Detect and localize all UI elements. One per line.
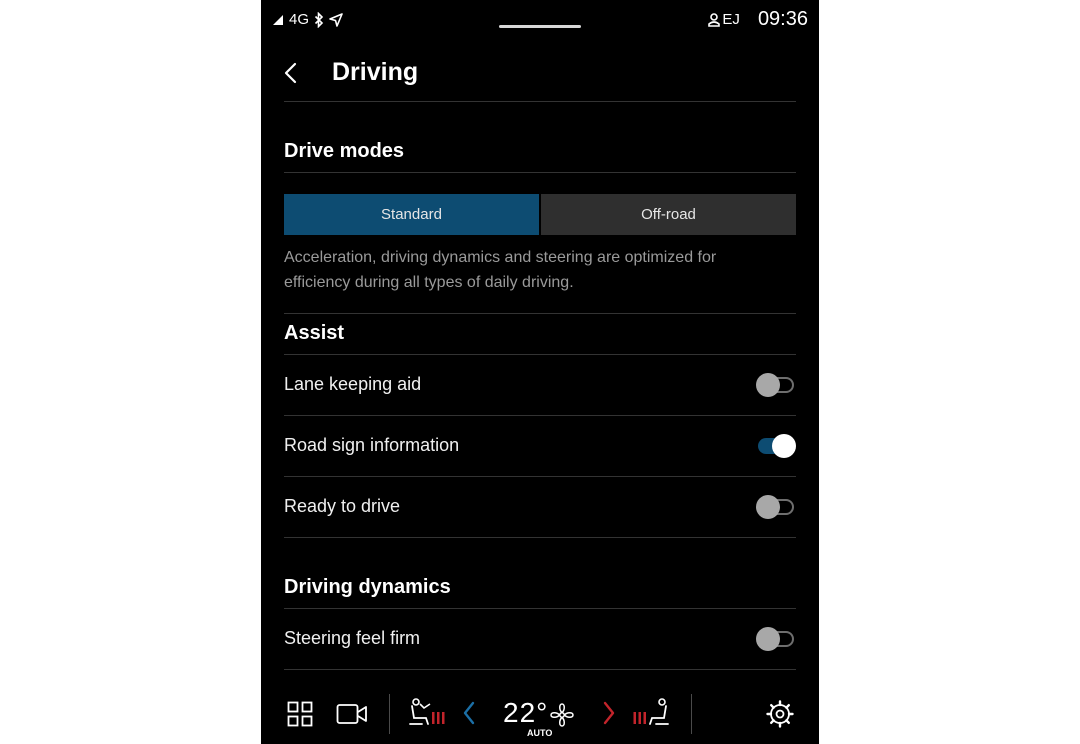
- seat-heat-right-icon: [633, 698, 669, 725]
- settings-button[interactable]: [765, 699, 795, 734]
- divider: [389, 694, 390, 734]
- signal-icon: [273, 14, 283, 25]
- clock: 09:36: [757, 8, 808, 30]
- drive-mode-off-road[interactable]: Off-road: [541, 194, 796, 235]
- apps-button[interactable]: [287, 701, 313, 732]
- setting-label: Ready to drive: [284, 496, 401, 516]
- seat-heat-left-icon: [409, 698, 445, 725]
- page-header: Driving: [261, 50, 819, 100]
- setting-label: Road sign information: [284, 435, 460, 455]
- network-label: 4G: [289, 11, 310, 28]
- divider: [284, 101, 796, 102]
- fan-button[interactable]: [549, 702, 575, 733]
- section-title-drive-modes: Drive modes: [284, 140, 405, 162]
- back-button[interactable]: [279, 56, 305, 90]
- camera-button[interactable]: [336, 703, 368, 730]
- chevron-left-icon: [284, 62, 297, 84]
- divider: [284, 537, 796, 538]
- drive-mode-standard[interactable]: Standard: [284, 194, 539, 235]
- seat-heat-left-button[interactable]: [408, 698, 446, 733]
- fan-icon: [550, 703, 574, 727]
- divider: [284, 669, 796, 670]
- camera-icon: [336, 704, 367, 724]
- status-bar: 4G EJ 09:36: [261, 0, 819, 44]
- seat-heat-right-button[interactable]: [632, 698, 670, 733]
- page-title: Driving: [332, 58, 419, 86]
- setting-label: Steering feel firm: [284, 628, 421, 648]
- setting-row-lane-keeping-aid[interactable]: Lane keeping aid: [284, 355, 796, 415]
- chevron-right-icon: [603, 701, 615, 725]
- divider: [284, 172, 796, 173]
- steering-feel-firm-toggle[interactable]: [756, 627, 796, 651]
- setting-label: Lane keeping aid: [284, 374, 422, 394]
- setting-row-ready-to-drive[interactable]: Ready to drive: [284, 477, 796, 537]
- bluetooth-icon: [314, 11, 324, 28]
- ready-to-drive-toggle[interactable]: [756, 495, 796, 519]
- section-title-driving-dynamics: Driving dynamics: [284, 576, 451, 598]
- lane-keeping-aid-toggle[interactable]: [756, 373, 796, 397]
- grid-icon: [287, 701, 313, 727]
- drag-handle[interactable]: [499, 25, 581, 28]
- section-title-assist: Assist: [284, 322, 345, 344]
- drive-mode-selector: Standard Off-road: [284, 194, 796, 235]
- status-right: EJ 09:36: [708, 8, 808, 31]
- climate-mode-label: AUTO: [527, 728, 553, 738]
- setting-row-road-sign-information[interactable]: Road sign information: [284, 416, 796, 476]
- status-left: 4G: [272, 11, 343, 28]
- divider: [691, 694, 692, 734]
- setting-row-steering-feel-firm[interactable]: Steering feel firm: [284, 609, 796, 669]
- user-initials: EJ: [722, 11, 740, 28]
- drive-mode-description: Acceleration, driving dynamics and steer…: [284, 249, 717, 291]
- temperature-up-button[interactable]: [601, 700, 617, 731]
- user-icon: [708, 12, 721, 27]
- user-profile[interactable]: EJ: [708, 11, 740, 28]
- driving-settings-screen: 4G EJ 09:36 Driving Drive modes Standard…: [261, 0, 819, 744]
- road-sign-information-toggle[interactable]: [756, 434, 796, 458]
- location-arrow-icon: [329, 12, 343, 27]
- temperature-display[interactable]: 22°: [503, 697, 548, 729]
- chevron-left-icon: [463, 701, 475, 725]
- divider: [284, 313, 796, 314]
- temperature-down-button[interactable]: [461, 700, 477, 731]
- gear-icon: [766, 700, 794, 728]
